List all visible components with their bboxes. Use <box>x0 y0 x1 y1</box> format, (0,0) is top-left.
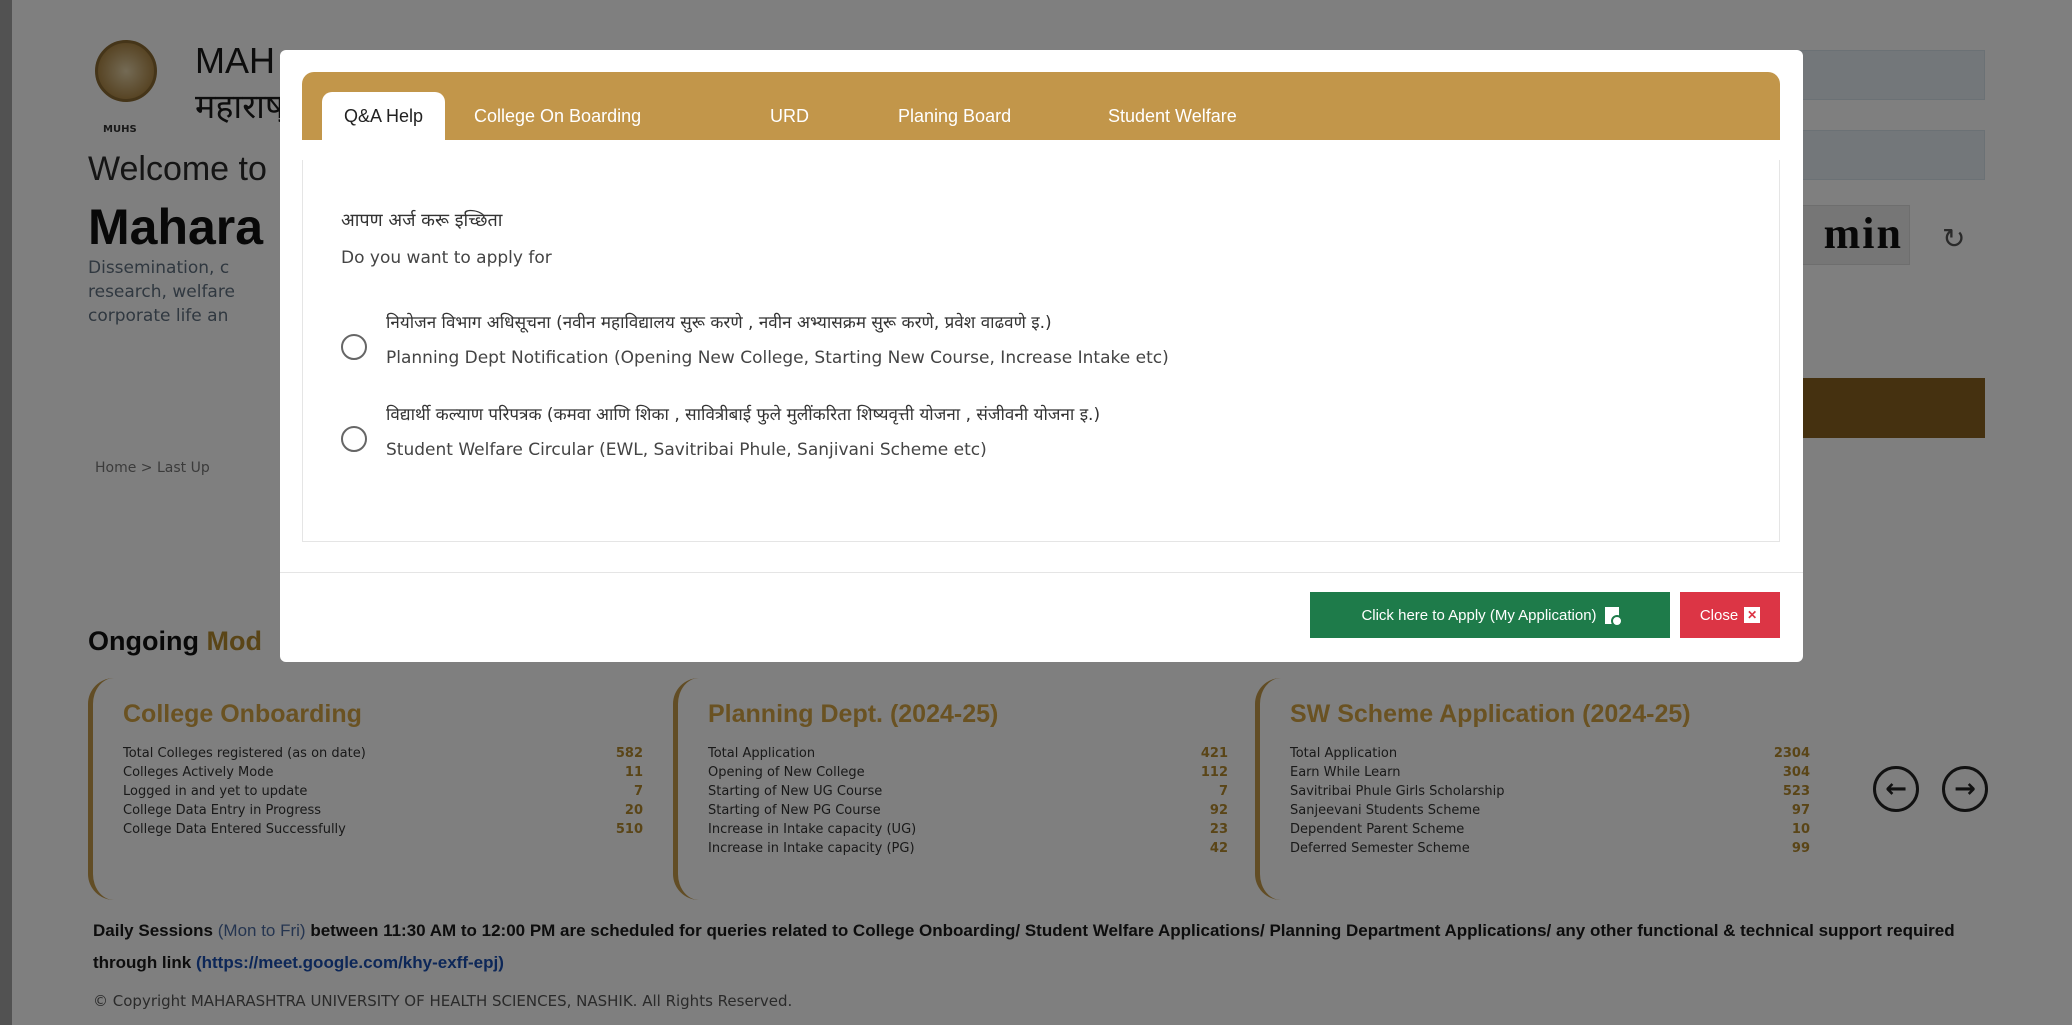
radio-planning-dept[interactable] <box>341 334 367 360</box>
close-icon: ✕ <box>1744 607 1761 623</box>
tab-panel: आपण अर्ज करू इच्छिता Do you want to appl… <box>302 160 1780 542</box>
tab-urd[interactable]: URD <box>748 92 831 140</box>
frame-edge <box>0 0 12 1025</box>
close-button[interactable]: Close ✕ <box>1680 592 1780 638</box>
radio-student-welfare[interactable] <box>341 426 367 452</box>
modal-footer-divider <box>280 572 1803 573</box>
tab-student-welfare[interactable]: Student Welfare <box>1086 92 1259 140</box>
close-button-label: Close <box>1699 606 1739 624</box>
qa-help-modal: Q&A Help College On Boarding URD Planing… <box>280 50 1803 662</box>
tab-planing-board[interactable]: Planing Board <box>876 92 1033 140</box>
option-label-en[interactable]: Student Welfare Circular (EWL, Savitriba… <box>386 440 987 460</box>
question-english: Do you want to apply for <box>341 248 552 268</box>
apply-button-label: Click here to Apply (My Application) <box>1361 606 1597 624</box>
tab-qa-help[interactable]: Q&A Help <box>322 92 446 140</box>
option-label-en[interactable]: Planning Dept Notification (Opening New … <box>386 348 1169 368</box>
document-icon <box>1604 606 1623 627</box>
tab-bar: Q&A Help College On Boarding URD Planing… <box>302 72 1780 140</box>
option-label-mr[interactable]: नियोजन विभाग अधिसूचना (नवीन महाविद्यालय … <box>386 310 1052 333</box>
apply-button[interactable]: Click here to Apply (My Application) <box>1310 592 1670 638</box>
question-marathi: आपण अर्ज करू इच्छिता <box>341 210 503 231</box>
tab-college-onboarding[interactable]: College On Boarding <box>452 92 663 140</box>
option-label-mr[interactable]: विद्यार्थी कल्याण परिपत्रक (कमवा आणि शिक… <box>386 402 1100 425</box>
